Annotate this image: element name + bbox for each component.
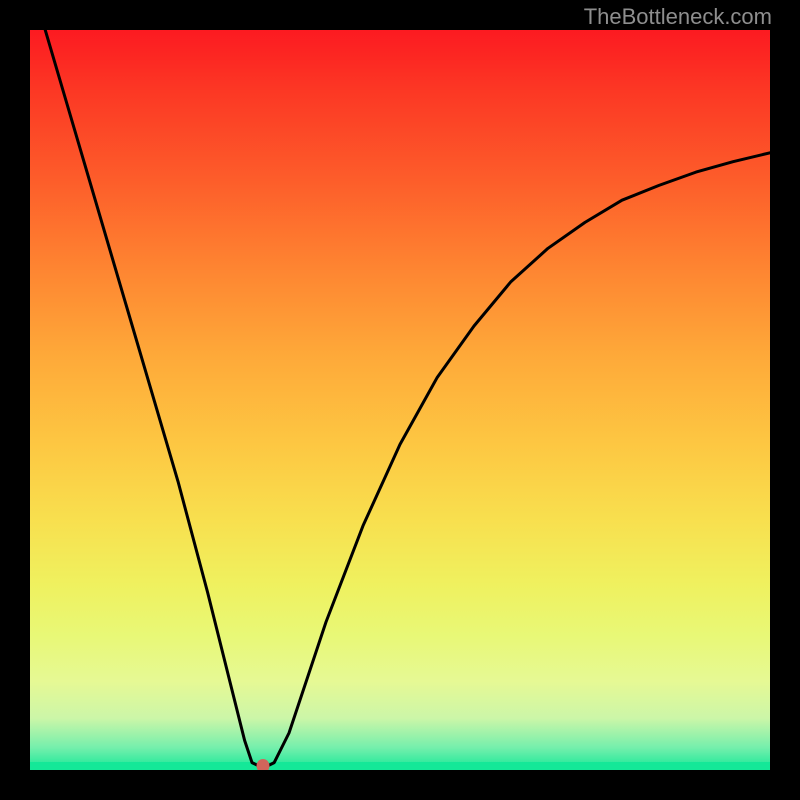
plot-area [30,30,770,770]
bottleneck-curve-svg [30,30,770,770]
bottleneck-curve-path [30,30,770,766]
optimum-marker [257,759,270,770]
chart-frame: TheBottleneck.com [0,0,800,800]
watermark-text: TheBottleneck.com [584,4,772,30]
